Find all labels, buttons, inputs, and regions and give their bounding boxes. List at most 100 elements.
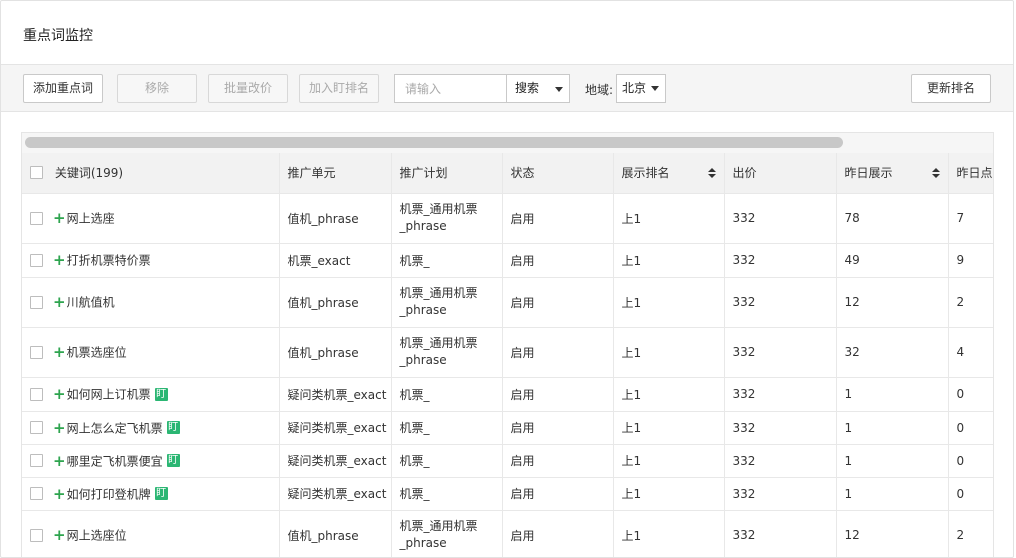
keyword-text[interactable]: 网上选座 <box>67 212 115 226</box>
keyword-cell: +网上选座位 <box>22 510 280 557</box>
column-header-unit: 推广单元 <box>279 153 392 194</box>
rank-watch-badge: 盯 <box>154 387 168 401</box>
row-checkbox[interactable] <box>30 528 43 542</box>
plus-icon: + <box>53 343 66 361</box>
row-checkbox[interactable] <box>30 387 43 401</box>
unit-cell: 值机_phrase <box>279 510 392 557</box>
clicks-cell: 0 <box>948 444 993 478</box>
keyword-text[interactable]: 网上选座位 <box>67 529 127 543</box>
keyword-text[interactable]: 哪里定飞机票便宜 <box>67 454 163 468</box>
row-checkbox[interactable] <box>30 253 43 267</box>
status-cell: 启用 <box>502 477 614 511</box>
bid-cell[interactable]: 332 <box>724 193 837 244</box>
keyword-text[interactable]: 如何打印登机牌 <box>67 487 151 501</box>
row-checkbox[interactable] <box>30 487 43 500</box>
table-row: +如何网上订机票盯疑问类机票_exact 机票_ 启用 上1 332 1 0 <box>22 377 993 412</box>
row-checkbox[interactable] <box>30 454 43 467</box>
keyword-cell: +如何打印登机牌盯 <box>22 477 280 511</box>
sort-icon[interactable] <box>931 167 940 178</box>
column-impressions-label: 昨日展示 <box>844 166 893 181</box>
keyword-cell: +打折机票特价票 <box>22 243 280 278</box>
rank-cell: 上1 <box>613 277 725 328</box>
bid-cell[interactable]: 332 <box>724 243 837 278</box>
scrollbar-thumb[interactable] <box>25 137 843 148</box>
table-row: +网上选座位 值机_phrase 机票_通用机票_phrase 启用 上1 332 12 2 <box>22 510 993 557</box>
table-row: +如何打印登机牌盯疑问类机票_exact 机票_ 启用 上1 332 1 0 <box>22 477 993 511</box>
keyword-text[interactable]: 网上怎么定飞机票 <box>67 421 163 435</box>
column-header-impressions[interactable]: 昨日展示 <box>836 153 949 194</box>
bid-cell[interactable]: 332 <box>724 277 837 328</box>
clicks-cell: 0 <box>948 411 993 445</box>
plan-cell: 机票_ <box>391 377 503 412</box>
plan-cell: 机票_ <box>391 477 503 511</box>
bid-cell[interactable]: 332 <box>724 411 837 445</box>
rank-cell: 上1 <box>613 377 725 412</box>
bid-cell[interactable]: 332 <box>724 377 837 412</box>
status-cell: 启用 <box>502 444 614 478</box>
clicks-cell: 0 <box>948 477 993 511</box>
search-button[interactable]: 搜索 <box>506 74 570 103</box>
bid-cell[interactable]: 332 <box>724 444 837 478</box>
plus-icon: + <box>53 526 66 544</box>
plan-cell: 机票_通用机票_phrase <box>391 327 503 378</box>
keyword-cell: +网上怎么定飞机票盯 <box>22 411 280 445</box>
status-cell: 启用 <box>502 243 614 278</box>
bulk-price-button[interactable]: 批量改价 <box>208 74 288 103</box>
plus-icon: + <box>53 484 66 503</box>
chevron-down-icon <box>651 86 659 91</box>
region-select[interactable]: 北京 <box>616 74 666 103</box>
plus-icon: + <box>53 293 66 311</box>
rank-cell: 上1 <box>613 243 725 278</box>
row-checkbox[interactable] <box>30 295 43 309</box>
update-rank-button[interactable]: 更新排名 <box>911 74 991 103</box>
status-cell: 启用 <box>502 377 614 412</box>
table-row: +网上选座 值机_phrase 机票_通用机票_phrase 启用 上1 332 78 7 <box>22 193 993 244</box>
clicks-cell: 9 <box>948 243 993 278</box>
search-input[interactable] <box>394 74 507 103</box>
rank-cell: 上1 <box>613 193 725 244</box>
rank-cell: 上1 <box>613 477 725 511</box>
keyword-cell: +网上选座 <box>22 193 280 244</box>
select-all-checkbox[interactable] <box>30 166 43 180</box>
rank-watch-badge: 盯 <box>166 454 180 467</box>
search-button-label: 搜索 <box>515 81 540 95</box>
impressions-cell: 49 <box>836 243 949 278</box>
add-keyword-button[interactable]: 添加重点词 <box>23 74 103 103</box>
bid-cell[interactable]: 332 <box>724 327 837 378</box>
row-checkbox[interactable] <box>30 211 43 225</box>
clicks-cell: 7 <box>948 193 993 244</box>
rank-watch-badge: 盯 <box>166 421 180 434</box>
bid-cell[interactable]: 332 <box>724 477 837 511</box>
status-cell: 启用 <box>502 277 614 328</box>
bid-cell[interactable]: 332 <box>724 510 837 557</box>
table-body: +网上选座 值机_phrase 机票_通用机票_phrase 启用 上1 332 78 7 +打… <box>22 193 993 557</box>
sort-icon[interactable] <box>707 167 716 178</box>
clicks-cell: 4 <box>948 327 993 378</box>
column-header-bid: 出价 <box>724 153 837 194</box>
unit-cell: 值机_phrase <box>279 277 392 328</box>
row-checkbox[interactable] <box>30 345 43 359</box>
table-row: +网上怎么定飞机票盯疑问类机票_exact 机票_ 启用 上1 332 1 0 <box>22 411 993 445</box>
remove-button[interactable]: 移除 <box>117 74 197 103</box>
toolbar: 添加重点词 移除 批量改价 加入盯排名 搜索 地域: 北京 更新排名 <box>1 64 1013 112</box>
keyword-text[interactable]: 如何网上订机票 <box>67 388 151 402</box>
rank-cell: 上1 <box>613 510 725 557</box>
column-header-status: 状态 <box>502 153 614 194</box>
keyword-text[interactable]: 川航值机 <box>67 296 115 310</box>
horizontal-scrollbar[interactable] <box>22 133 993 153</box>
table-row: +机票选座位 值机_phrase 机票_通用机票_phrase 启用 上1 332 32 4 <box>22 327 993 378</box>
plan-cell: 机票_通用机票_phrase <box>391 193 503 244</box>
keyword-text[interactable]: 打折机票特价票 <box>67 254 151 268</box>
column-header-rank[interactable]: 展示排名 <box>613 153 725 194</box>
clicks-cell: 0 <box>948 377 993 412</box>
status-cell: 启用 <box>502 411 614 445</box>
row-checkbox[interactable] <box>30 421 43 434</box>
chevron-down-icon <box>555 87 563 92</box>
plan-cell: 机票_通用机票_phrase <box>391 277 503 328</box>
status-cell: 启用 <box>502 327 614 378</box>
rank-cell: 上1 <box>613 444 725 478</box>
impressions-cell: 78 <box>836 193 949 244</box>
add-rank-watch-button[interactable]: 加入盯排名 <box>299 74 379 103</box>
table-row: +打折机票特价票 机票_exact 机票_ 启用 上1 332 49 9 <box>22 243 993 278</box>
keyword-text[interactable]: 机票选座位 <box>67 346 127 360</box>
